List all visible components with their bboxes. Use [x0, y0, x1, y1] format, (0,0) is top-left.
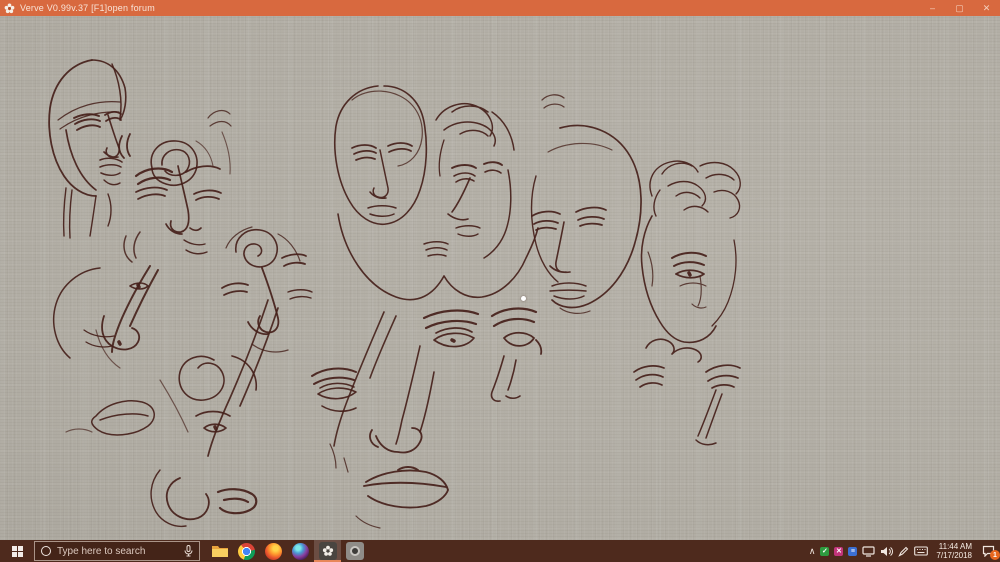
screen-capture-icon	[346, 542, 364, 560]
speaker-icon[interactable]	[880, 546, 893, 557]
maximize-button[interactable]: ▢	[946, 0, 973, 16]
microphone-icon[interactable]	[184, 545, 193, 557]
tray-magenta-app-icon[interactable]: ✕	[834, 547, 843, 556]
clock-date: 7/17/2018	[936, 551, 972, 560]
taskbar-app-verve[interactable]	[314, 540, 341, 562]
display-network-icon[interactable]	[862, 546, 875, 557]
search-placeholder: Type here to search	[57, 546, 178, 557]
verve-window: Verve V0.99v.37 [F1]open forum – ▢ ✕ Typ…	[0, 0, 1000, 562]
clock-time: 11:44 AM	[936, 542, 972, 551]
titlebar: Verve V0.99v.37 [F1]open forum – ▢ ✕	[0, 0, 1000, 16]
start-button[interactable]	[0, 540, 34, 562]
sketch-layer	[0, 16, 1000, 540]
paint-orb-icon	[292, 543, 309, 560]
tray-green-app-icon[interactable]: ✓	[820, 547, 829, 556]
keyboard-icon[interactable]	[914, 546, 928, 556]
verve-logo-icon	[4, 3, 15, 14]
close-button[interactable]: ✕	[973, 0, 1000, 16]
window-title: Verve V0.99v.37 [F1]open forum	[20, 3, 155, 13]
verve-taskbar-icon	[319, 542, 337, 560]
chrome-icon	[238, 543, 255, 560]
taskbar-app-paint-orb[interactable]	[287, 540, 314, 562]
window-controls: – ▢ ✕	[919, 0, 1000, 16]
file-explorer-icon	[211, 542, 229, 560]
minimize-button[interactable]: –	[919, 0, 946, 16]
taskbar-app-file-explorer[interactable]	[206, 540, 233, 562]
tray-blue-app-icon[interactable]: ≡	[848, 547, 857, 556]
action-center-button[interactable]: 1	[980, 544, 996, 558]
tray-clock[interactable]: 11:44 AM 7/17/2018	[936, 542, 972, 560]
taskbar-search[interactable]: Type here to search	[34, 541, 200, 561]
taskbar: Type here to search	[0, 540, 1000, 562]
brush-cursor[interactable]	[521, 296, 526, 301]
pen-icon[interactable]	[898, 546, 909, 557]
taskbar-app-chrome[interactable]	[233, 540, 260, 562]
firefox-icon	[265, 543, 282, 560]
system-tray: ∧ ✓ ✕ ≡ 11:44 AM 7/17/2018	[809, 542, 1000, 560]
windows-logo-icon	[12, 546, 23, 557]
taskbar-apps	[206, 540, 368, 562]
tray-chevron-icon[interactable]: ∧	[809, 547, 816, 556]
cortana-icon	[41, 546, 51, 556]
taskbar-app-firefox[interactable]	[260, 540, 287, 562]
notification-badge: 1	[990, 550, 1000, 560]
drawing-canvas[interactable]	[0, 16, 1000, 540]
taskbar-app-screen-capture[interactable]	[341, 540, 368, 562]
